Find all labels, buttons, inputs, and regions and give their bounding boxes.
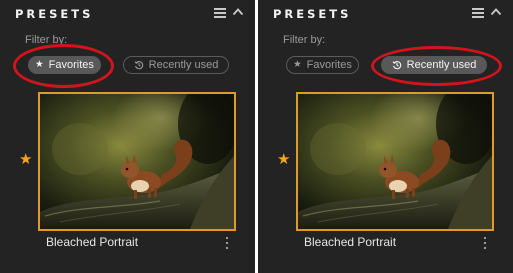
chip-label: Recently used [406,59,477,71]
panel-title: PRESETS [15,7,94,21]
filter-recently-used-chip[interactable]: Recently used [123,56,229,74]
star-icon: ★ [293,59,302,70]
more-options-icon[interactable] [224,236,230,250]
preset-thumbnail[interactable] [38,92,236,231]
panel-title: PRESETS [273,7,352,21]
favorite-star-icon[interactable]: ★ [19,152,32,167]
more-options-icon[interactable] [482,236,488,250]
preset-name: Bleached Portrait [304,235,397,249]
chip-label: Recently used [148,59,219,71]
presets-panel-right: PRESETS Filter by: ★ Favorites Recently … [258,0,513,273]
filter-label: Filter by: [283,34,326,46]
chevron-up-icon[interactable] [490,6,502,18]
squirrel-photo [298,94,492,229]
squirrel-photo [40,94,234,229]
menu-icon[interactable] [214,8,226,18]
menu-icon[interactable] [472,8,484,18]
chevron-up-icon[interactable] [232,6,244,18]
panel-header: PRESETS [15,6,245,22]
panel-header: PRESETS [273,6,503,22]
star-icon: ★ [35,59,44,70]
favorite-star-icon[interactable]: ★ [277,152,290,167]
filter-favorites-chip[interactable]: ★ Favorites [286,56,359,74]
filter-recently-used-chip[interactable]: Recently used [381,56,487,74]
presets-panel-left: PRESETS Filter by: ★ Favorites Recently … [0,0,255,273]
screenshot-comparison: PRESETS Filter by: ★ Favorites Recently … [0,0,513,273]
history-icon [134,61,143,70]
chip-label: Favorites [48,59,94,71]
filter-label: Filter by: [25,34,68,46]
preset-name: Bleached Portrait [46,235,139,249]
preset-thumbnail[interactable] [296,92,494,231]
chip-label: Favorites [306,59,352,71]
history-icon [392,61,401,70]
filter-favorites-chip[interactable]: ★ Favorites [28,56,101,74]
